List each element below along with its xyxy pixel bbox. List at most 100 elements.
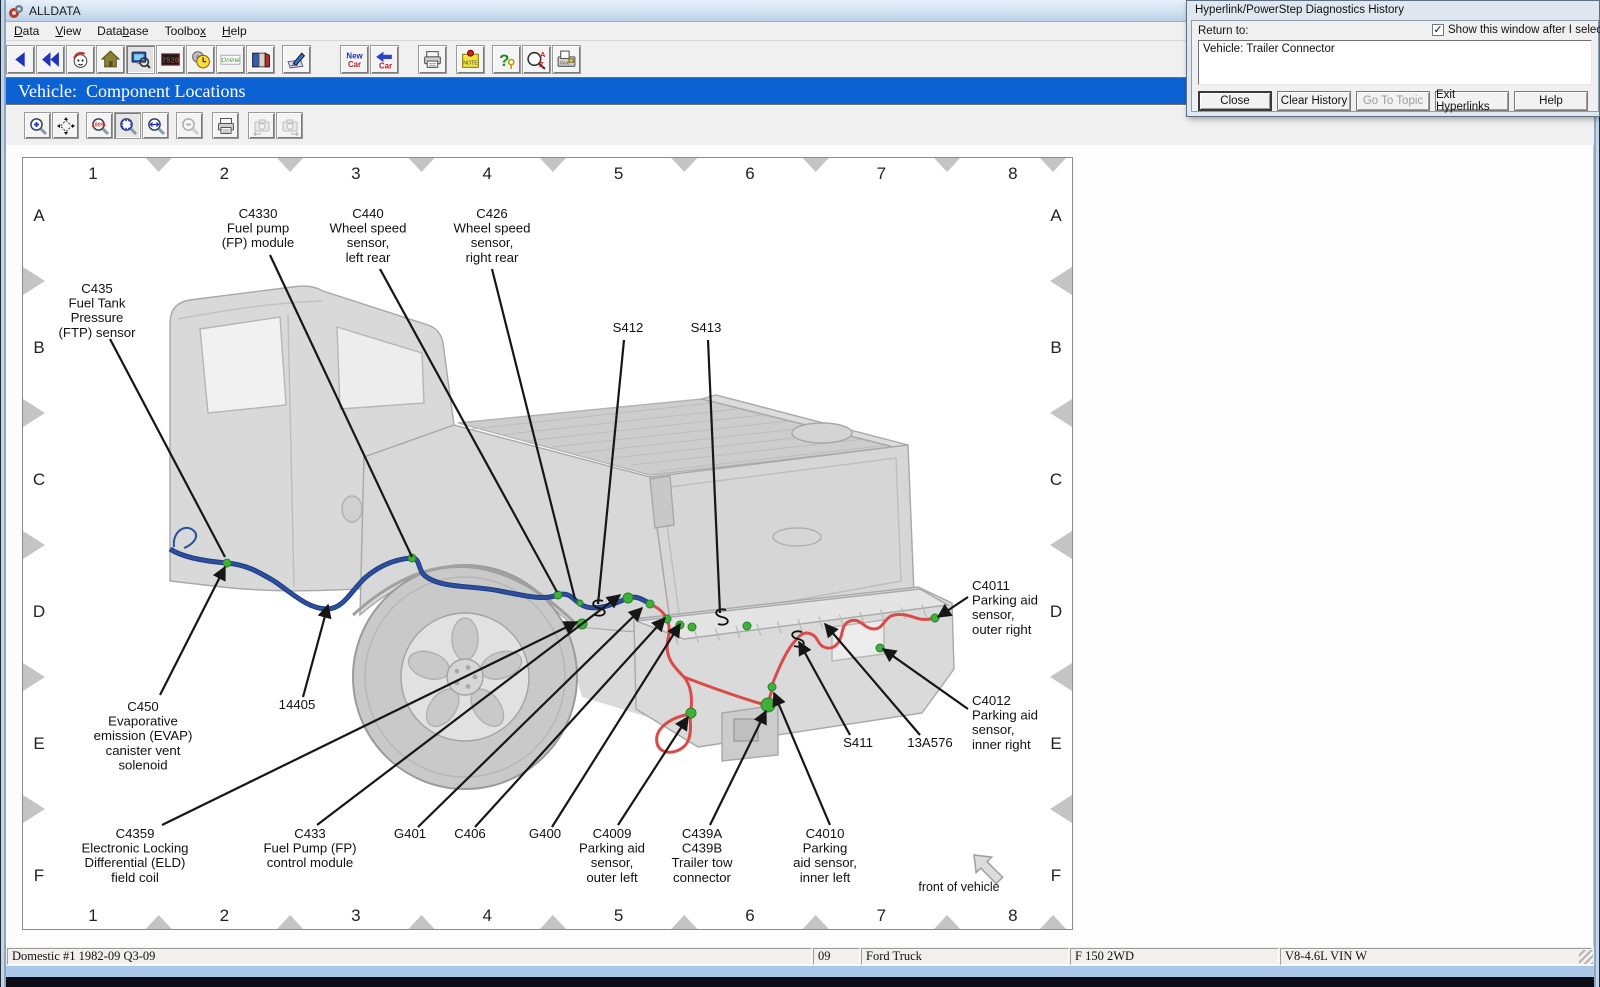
callout-C439AB: C439B xyxy=(682,841,723,856)
zoom-fit-button[interactable] xyxy=(114,112,141,139)
menu-item-view[interactable]: View xyxy=(47,23,89,39)
code-7520-button[interactable]: 7520 xyxy=(156,45,185,74)
show-window-checkbox-label: Show this window after I select a hype xyxy=(1448,24,1600,36)
callout-C406: C406 xyxy=(454,826,486,841)
callout-C450: Evaporative xyxy=(108,714,178,729)
back-button[interactable] xyxy=(6,45,35,74)
dialog-title[interactable]: Hyperlink/PowerStep Diagnostics History xyxy=(1187,1,1599,19)
svg-text:A: A xyxy=(33,206,45,225)
zoom-out-button xyxy=(176,112,203,139)
svg-text:C: C xyxy=(1050,470,1062,489)
callout-C4359: Differential (ELD) xyxy=(85,855,186,870)
note-icon: NOTE xyxy=(460,49,481,70)
callout-C439AB: Trailer tow xyxy=(671,855,733,870)
callout-C4011: outer right xyxy=(972,622,1032,637)
print-icon xyxy=(422,49,443,70)
zoom-100-icon: 100% xyxy=(90,116,110,136)
callout-C450: solenoid xyxy=(118,757,167,772)
pan-button[interactable] xyxy=(52,112,79,139)
signature-icon xyxy=(286,49,307,70)
callout-C4012: C4012 xyxy=(972,693,1011,708)
menu-item-help[interactable]: Help xyxy=(214,23,255,39)
callout-C4009: C4009 xyxy=(593,826,632,841)
exit-hyperlinks-button[interactable]: Exit Hyperlinks xyxy=(1435,91,1509,111)
help-button[interactable]: ? xyxy=(492,45,521,74)
callout-C435: (FTP) sensor xyxy=(59,325,137,340)
print-button[interactable] xyxy=(418,45,447,74)
home-icon xyxy=(100,49,121,70)
svg-text:?: ? xyxy=(499,50,509,69)
callout-C4359: Electronic Locking xyxy=(81,841,188,856)
dialog-body: Return to: ✓ Show this window after I se… xyxy=(1191,20,1599,112)
zoom-in-button[interactable] xyxy=(24,112,51,139)
status-bar: Domestic #1 1982-09 Q3-0909Ford TruckF 1… xyxy=(6,947,1594,966)
history-back-button[interactable] xyxy=(36,45,65,74)
callout-C435: C435 xyxy=(81,281,113,296)
alldata-application-window: ALLDATA DataViewDatabaseToolboxHelp 7520… xyxy=(0,0,1600,987)
history-back-icon xyxy=(40,49,61,70)
callout-C439AB: C439A xyxy=(682,826,723,841)
connector-dot xyxy=(646,600,654,608)
menu-item-toolbox[interactable]: Toolbox xyxy=(157,23,214,39)
new-car-button[interactable]: NewCar xyxy=(340,45,369,74)
component-search-button[interactable] xyxy=(126,45,155,74)
callout-C433: Fuel Pump (FP) xyxy=(263,841,356,856)
callout-C4012: sensor, xyxy=(972,722,1015,737)
connector-dot xyxy=(761,698,775,712)
svg-text:F: F xyxy=(1051,866,1061,885)
online-button[interactable]: Online xyxy=(216,45,245,74)
az-search-icon: AZ xyxy=(526,49,547,70)
dialog-buttons: CloseClear HistoryGo To TopicExit Hyperl… xyxy=(1198,91,1598,111)
svg-text:6: 6 xyxy=(745,906,754,925)
zoom-100-button[interactable]: 100% xyxy=(86,112,113,139)
callout-C439AB: connector xyxy=(673,870,732,885)
return-car-button[interactable]: Car xyxy=(370,45,399,74)
svg-text:FAX: FAX xyxy=(560,60,570,66)
show-window-checkbox[interactable]: ✓ xyxy=(1432,24,1444,36)
callout-C4359: C4359 xyxy=(116,826,155,841)
history-list-item[interactable]: Vehicle: Trailer Connector xyxy=(1203,43,1587,55)
home-button[interactable] xyxy=(96,45,125,74)
svg-text:D: D xyxy=(33,602,45,621)
window-right-border xyxy=(1594,0,1600,987)
fax-button[interactable]: FAX xyxy=(552,45,581,74)
svg-text:100%: 100% xyxy=(91,122,105,128)
window-left-border xyxy=(0,0,6,987)
menu-item-data[interactable]: Data xyxy=(6,23,47,39)
svg-text:A: A xyxy=(540,49,546,58)
zoom-in-icon xyxy=(28,116,48,136)
callout-C440: left rear xyxy=(346,250,391,265)
help-button[interactable]: Help xyxy=(1514,91,1588,111)
svg-text:8: 8 xyxy=(1008,164,1017,183)
callout-C4359: field coil xyxy=(111,870,159,885)
assistant-button[interactable] xyxy=(66,45,95,74)
svg-text:4: 4 xyxy=(482,906,491,925)
signature-button[interactable] xyxy=(282,45,311,74)
history-list[interactable]: Vehicle: Trailer Connector xyxy=(1198,40,1592,85)
callout-G401: G401 xyxy=(394,826,426,841)
clear-history-button[interactable]: Clear History xyxy=(1277,91,1351,111)
help-icon: ? xyxy=(496,49,517,70)
connector-dot xyxy=(686,708,696,718)
callout-C440: Wheel speed xyxy=(330,221,407,236)
callout-S413: S413 xyxy=(691,320,722,335)
svg-text:2: 2 xyxy=(220,906,229,925)
back-icon xyxy=(10,49,31,70)
menu-item-database[interactable]: Database xyxy=(89,23,156,39)
print-button[interactable] xyxy=(212,112,239,139)
callout-C435: Pressure xyxy=(71,310,124,325)
close-button[interactable]: Close xyxy=(1198,91,1272,111)
callout-C4009: outer left xyxy=(586,870,638,885)
callout-C426: sensor, xyxy=(471,235,514,250)
note-button[interactable]: NOTE xyxy=(456,45,485,74)
svg-text:B: B xyxy=(1050,338,1061,357)
svg-text:5: 5 xyxy=(614,164,623,183)
library-button[interactable] xyxy=(246,45,275,74)
resize-grip-icon[interactable] xyxy=(1579,950,1593,964)
svg-text:8: 8 xyxy=(1008,906,1017,925)
component-location-diagram: 1234567812345678ABCDEFABCDEFC435Fuel Tan… xyxy=(22,157,1073,930)
scheduler-button[interactable] xyxy=(186,45,215,74)
zoom-width-button[interactable] xyxy=(142,112,169,139)
callout-C4009: Parking aid xyxy=(579,841,645,856)
az-search-button[interactable]: AZ xyxy=(522,45,551,74)
